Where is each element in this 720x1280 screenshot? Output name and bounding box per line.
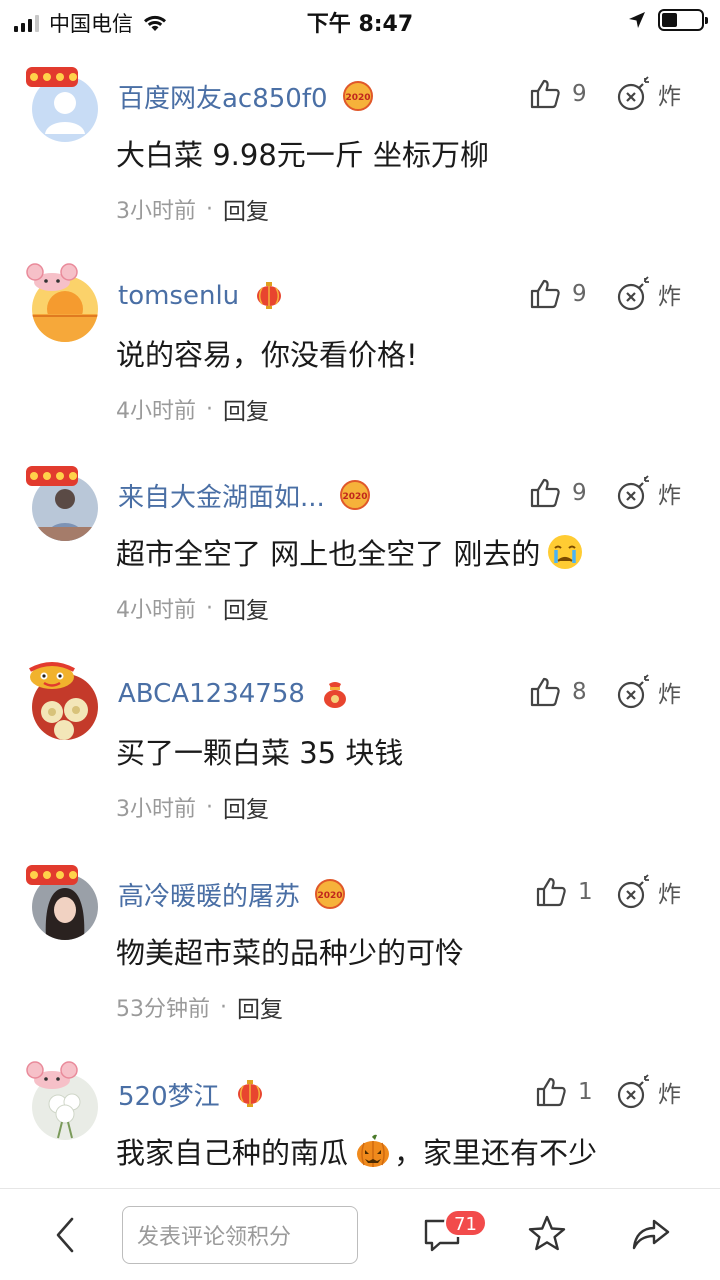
- bomb-label: 炸: [658, 284, 681, 310]
- battery-icon: [658, 9, 708, 31]
- new-year-pendant-icon: [26, 865, 78, 885]
- like-button[interactable]: 8: [528, 672, 587, 712]
- bottom-action-bar: 发表评论领积分 71: [0, 1188, 720, 1280]
- separator-dot: ·: [206, 196, 213, 222]
- bomb-label: 炸: [658, 483, 681, 509]
- separator-dot: ·: [206, 595, 213, 621]
- comment-item: 来自大金湖面如... 2020 9 炸 超市全空了 网上也全空了 刚去的 4小时…: [0, 455, 720, 655]
- like-button[interactable]: 1: [534, 872, 593, 912]
- bomb-icon: [617, 475, 649, 510]
- like-count: 1: [578, 879, 593, 905]
- comment-input-placeholder: 发表评论领积分: [137, 1225, 292, 1250]
- comment-item: tomsenlu 9 炸 说的容易，你没看价格! 4小时前 · 回复: [0, 256, 720, 456]
- badge-2020-icon: 2020: [315, 879, 346, 909]
- bomb-icon: [617, 874, 649, 909]
- thumbs-up-icon: [530, 677, 560, 707]
- comment-time: 4小时前: [116, 399, 196, 424]
- badge-2020-icon: 2020: [342, 81, 373, 111]
- reply-button[interactable]: 回复: [223, 591, 269, 625]
- reply-button[interactable]: 回复: [237, 990, 283, 1024]
- bomb-icon: [617, 674, 649, 709]
- bomb-label: 炸: [658, 682, 681, 708]
- username[interactable]: 520梦江: [118, 1076, 220, 1113]
- new-year-pendant-icon: [26, 67, 78, 87]
- username[interactable]: 高冷暖暖的屠苏: [118, 876, 300, 913]
- new-year-pendant-icon: [26, 466, 78, 486]
- bomb-button[interactable]: 炸: [614, 274, 681, 314]
- bomb-button[interactable]: 炸: [614, 473, 681, 513]
- reply-button[interactable]: 回复: [223, 192, 269, 226]
- reply-button[interactable]: 回复: [223, 790, 269, 824]
- chevron-left-icon[interactable]: [48, 1215, 84, 1255]
- like-button[interactable]: 9: [528, 473, 587, 513]
- bomb-icon: [617, 276, 649, 311]
- bomb-label: 炸: [658, 882, 681, 908]
- username[interactable]: 百度网友ac850f0: [118, 78, 328, 115]
- bomb-label: 炸: [658, 1082, 681, 1108]
- jack-o-lantern-icon: [357, 1134, 390, 1167]
- crying-face-icon: [548, 535, 583, 569]
- bomb-button[interactable]: 炸: [614, 1072, 681, 1112]
- comment-time: 3小时前: [116, 797, 196, 822]
- bomb-icon: [617, 76, 649, 111]
- lion-dance-pendant-icon: [29, 662, 75, 689]
- like-count: 8: [572, 679, 587, 705]
- thumbs-up-icon: [536, 877, 566, 907]
- status-bar: 中国电信 下午 8:47: [0, 0, 720, 40]
- separator-dot: ·: [206, 396, 213, 422]
- mouse-ears-pendant-icon: [26, 263, 78, 291]
- like-button[interactable]: 9: [528, 74, 587, 114]
- comment-text: 物美超市菜的品种少的可怜: [116, 936, 465, 970]
- comment-input[interactable]: 发表评论领积分: [122, 1206, 358, 1264]
- comment-time: 4小时前: [116, 598, 196, 623]
- comment-item: 百度网友ac850f0 2020 9 炸 大白菜 9.98元一斤 坐标万柳 3小…: [0, 56, 720, 256]
- thumbs-up-icon: [530, 79, 560, 109]
- bomb-label: 炸: [658, 84, 681, 110]
- location-arrow-icon: [629, 12, 645, 28]
- thumbs-up-icon: [536, 1077, 566, 1107]
- comment-time: 3小时前: [116, 199, 196, 224]
- share-icon[interactable]: [630, 1213, 672, 1255]
- comment-text: 说的容易，你没看价格!: [116, 338, 418, 372]
- bomb-button[interactable]: 炸: [614, 872, 681, 912]
- like-button[interactable]: 1: [534, 1072, 593, 1112]
- comment-text: 我家自己种的南瓜: [116, 1136, 349, 1170]
- badge-2020-icon: 2020: [339, 480, 370, 510]
- like-count: 9: [572, 81, 587, 107]
- reply-button[interactable]: 回复: [223, 392, 269, 426]
- star-icon[interactable]: [526, 1213, 568, 1255]
- separator-dot: ·: [206, 794, 213, 820]
- comment-time: 53分钟前: [116, 997, 210, 1022]
- separator-dot: ·: [220, 994, 227, 1020]
- username[interactable]: tomsenlu: [118, 281, 239, 311]
- comment-item: 高冷暖暖的屠苏 2020 1 炸 物美超市菜的品种少的可怜 53分钟前 · 回复: [0, 854, 720, 1054]
- comment-text: 大白菜 9.98元一斤 坐标万柳: [116, 138, 490, 172]
- comment-count-badge: 71: [444, 1209, 487, 1237]
- mouse-ears-pendant-icon: [26, 1061, 78, 1089]
- svg-text:2020: 2020: [345, 93, 370, 103]
- svg-text:2020: 2020: [342, 492, 367, 502]
- lucky-bag-icon: [323, 682, 346, 708]
- status-time: 下午 8:47: [306, 12, 414, 37]
- comment-text-continued: ，家里还有不少: [394, 1136, 598, 1170]
- like-count: 9: [572, 281, 587, 307]
- like-count: 9: [572, 480, 587, 506]
- comment-item: ABCA1234758 8 炸 买了一颗白菜 35 块钱 3小时前 · 回复: [0, 654, 720, 854]
- comment-text-row: 超市全空了 网上也全空了 刚去的: [116, 531, 584, 573]
- comment-text: 超市全空了 网上也全空了 刚去的: [116, 537, 541, 571]
- like-button[interactable]: 9: [528, 274, 587, 314]
- lantern-icon: [237, 1080, 262, 1107]
- lantern-icon: [257, 282, 282, 309]
- bomb-button[interactable]: 炸: [614, 74, 681, 114]
- like-count: 1: [578, 1079, 593, 1105]
- svg-text:2020: 2020: [317, 891, 342, 901]
- username[interactable]: 来自大金湖面如...: [118, 477, 325, 514]
- comment-text-row: 我家自己种的南瓜 ，家里还有不少: [116, 1130, 597, 1172]
- bomb-button[interactable]: 炸: [614, 672, 681, 712]
- bomb-icon: [617, 1074, 649, 1109]
- comment-text: 买了一颗白菜 35 块钱: [116, 736, 404, 770]
- thumbs-up-icon: [530, 279, 560, 309]
- username[interactable]: ABCA1234758: [118, 679, 305, 709]
- thumbs-up-icon: [530, 478, 560, 508]
